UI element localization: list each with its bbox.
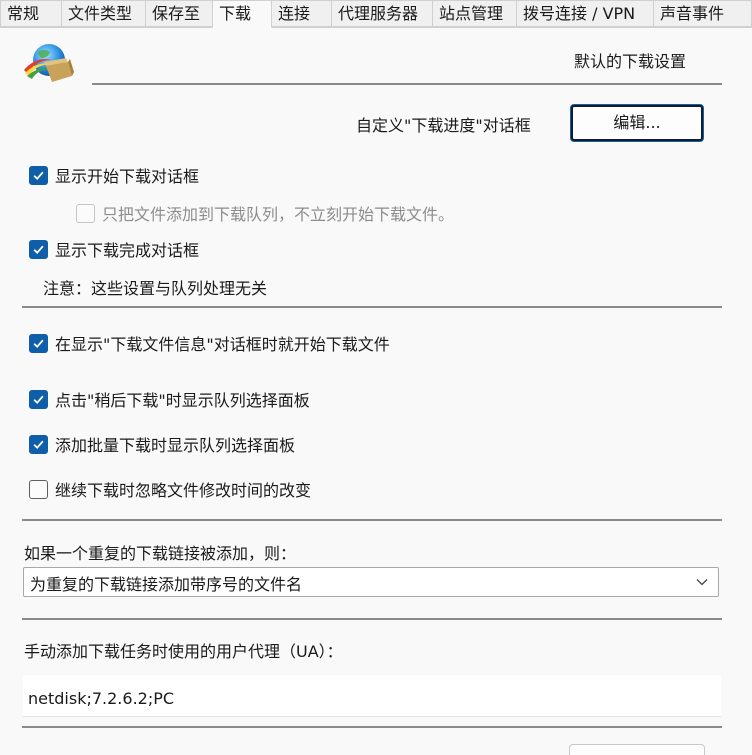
duplicate-link-label: 如果一个重复的下载链接被添加，则：	[24, 544, 297, 563]
show-queue-on-later-checkbox[interactable]: 点击"稍后下载"时显示队列选择面板	[29, 387, 310, 411]
custom-progress-label: 自定义"下载进度"对话框	[356, 116, 531, 135]
tab-dialup-vpn[interactable]: 拨号连接 / VPN	[516, 0, 654, 27]
tab-bar: 常规 文件类型 保存至 下载 连接 代理服务器 站点管理 拨号连接 / VPN …	[0, 0, 752, 28]
checkbox-unchecked-icon	[29, 479, 48, 499]
checkbox-checked-icon	[29, 239, 48, 259]
queue-note: 注意：这些设置与队列处理无关	[43, 279, 268, 298]
tab-proxy[interactable]: 代理服务器	[331, 0, 433, 27]
only-add-to-queue-checkbox[interactable]: 只把文件添加到下载队列，不立刻开始下载文件。	[76, 201, 454, 225]
show-queue-on-later-label: 点击"稍后下载"时显示队列选择面板	[55, 391, 310, 410]
divider	[22, 726, 722, 728]
tab-connection[interactable]: 连接	[271, 0, 332, 27]
chevron-down-icon	[696, 579, 708, 586]
tab-downloads[interactable]: 下载	[212, 0, 272, 28]
show-complete-dialog-checkbox[interactable]: 显示下载完成对话框	[29, 237, 199, 261]
tab-file-types[interactable]: 文件类型	[61, 0, 146, 27]
tab-site-management[interactable]: 站点管理	[432, 0, 517, 27]
checkbox-checked-icon	[29, 389, 48, 409]
edit-button[interactable]: 编辑...	[570, 104, 704, 142]
start-on-info-dialog-label: 在显示"下载文件信息"对话框时就开始下载文件	[55, 335, 390, 354]
show-start-dialog-label: 显示开始下载对话框	[55, 167, 200, 186]
only-add-to-queue-label: 只把文件添加到下载队列，不立刻开始下载文件。	[102, 205, 455, 224]
idm-globe-box-icon	[22, 42, 76, 86]
divider	[92, 83, 722, 85]
show-complete-dialog-label: 显示下载完成对话框	[55, 241, 200, 260]
checkbox-checked-icon	[29, 165, 48, 185]
divider	[22, 519, 722, 521]
show-queue-on-batch-checkbox[interactable]: 添加批量下载时显示队列选择面板	[29, 432, 295, 456]
checkbox-unchecked-icon	[76, 203, 95, 223]
bottom-button[interactable]	[569, 744, 705, 755]
ignore-mtime-change-checkbox[interactable]: 继续下载时忽略文件修改时间的改变	[29, 477, 311, 501]
user-agent-label: 手动添加下载任务时使用的用户代理（UA）：	[24, 642, 343, 661]
ignore-mtime-change-label: 继续下载时忽略文件修改时间的改变	[55, 481, 312, 500]
tab-sound-events[interactable]: 声音事件	[653, 0, 752, 27]
tab-general[interactable]: 常规	[0, 0, 62, 27]
checkbox-checked-icon	[29, 434, 48, 454]
duplicate-action-value: 为重复的下载链接添加带序号的文件名	[30, 575, 303, 594]
checkbox-checked-icon	[29, 333, 48, 353]
show-start-dialog-checkbox[interactable]: 显示开始下载对话框	[29, 163, 199, 187]
start-on-info-dialog-checkbox[interactable]: 在显示"下载文件信息"对话框时就开始下载文件	[29, 331, 390, 355]
divider	[22, 618, 722, 620]
tab-save-to[interactable]: 保存至	[145, 0, 213, 27]
duplicate-action-select[interactable]: 为重复的下载链接添加带序号的文件名	[23, 567, 719, 597]
divider	[22, 306, 722, 308]
section-title: 默认的下载设置	[574, 52, 687, 71]
show-queue-on-batch-label: 添加批量下载时显示队列选择面板	[55, 436, 296, 455]
user-agent-input[interactable]	[23, 675, 721, 717]
